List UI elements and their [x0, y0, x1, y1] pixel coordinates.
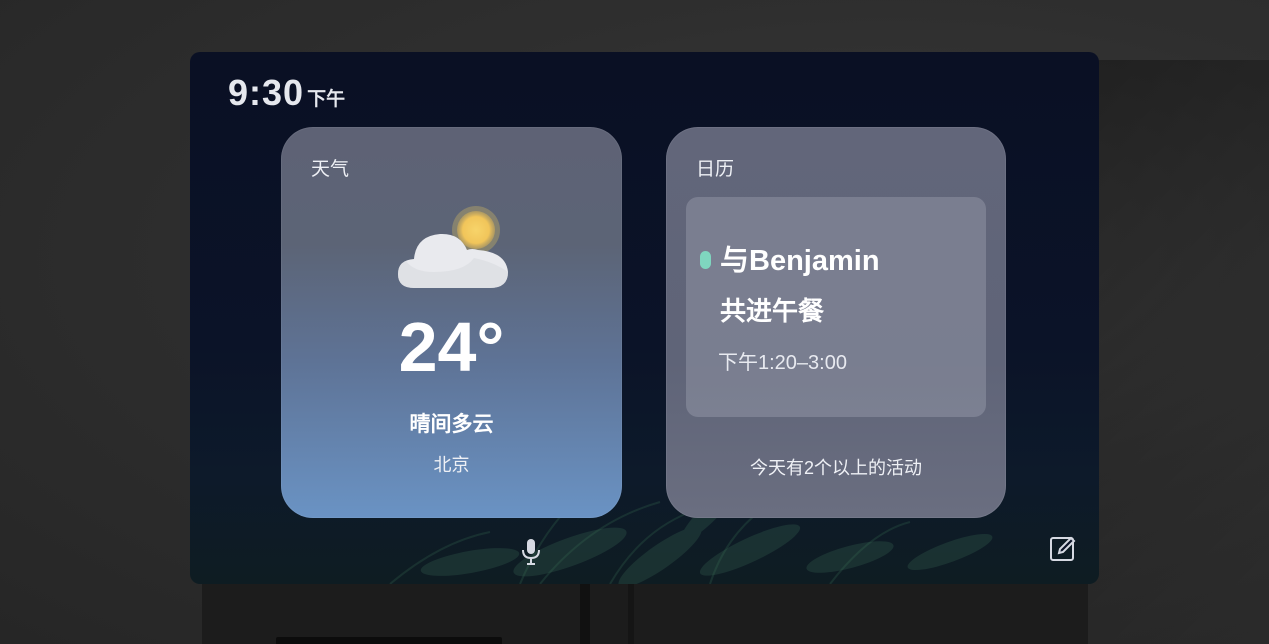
partly-cloudy-icon	[398, 206, 508, 288]
weather-widget-title: 天气	[311, 159, 350, 180]
event-indicator	[700, 251, 711, 269]
status-clock: 9:30 下午	[228, 72, 345, 114]
event-title-line1: 与Benjamin	[720, 245, 880, 277]
weather-widget[interactable]: 天气 24° 晴间多云 北京	[281, 127, 622, 518]
weather-city: 北京	[433, 455, 470, 475]
fridge-display-screen: 9:30下午 天气 24° 晴间多云 北京 日历 与Benjamin 共进午餐	[190, 52, 1099, 584]
clock-time: 9:30	[228, 72, 305, 113]
calendar-widget-title: 日历	[696, 159, 735, 180]
calendar-event[interactable]: 与Benjamin 共进午餐 下午1:20–3:00	[686, 197, 986, 417]
event-time: 下午1:20–3:00	[718, 352, 847, 374]
fridge-door-panel	[202, 583, 1088, 644]
fridge-dispenser-slot	[276, 637, 502, 644]
fridge-door-gap	[580, 583, 590, 644]
microphone-icon[interactable]	[520, 538, 542, 566]
fridge-door-gap-right	[628, 583, 634, 644]
more-events-note: 今天有2个以上的活动	[749, 458, 922, 478]
clock-ampm: 下午	[307, 89, 346, 110]
edit-icon[interactable]	[1048, 534, 1078, 564]
weather-temperature: 24°	[398, 308, 505, 386]
event-title-line2: 共进午餐	[720, 296, 825, 326]
weather-condition: 晴间多云	[409, 413, 494, 436]
calendar-widget[interactable]: 日历 与Benjamin 共进午餐 下午1:20–3:00 今天有2个以上的活动	[666, 127, 1006, 518]
